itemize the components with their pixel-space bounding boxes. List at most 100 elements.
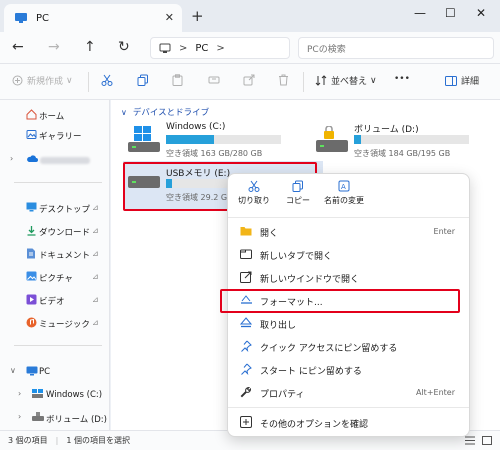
ellipsis-icon: ••• [394, 74, 410, 84]
rename-button[interactable]: A 名前の変更 [320, 180, 368, 206]
tab-close-icon[interactable]: ✕ [165, 11, 174, 24]
drive-c[interactable]: Windows (C:) 空き領域 163 GB/280 GB [123, 120, 303, 160]
drive-d[interactable]: ボリューム (D:) 空き領域 184 GB/195 GB [311, 120, 496, 160]
drive-usage-fill [354, 135, 361, 144]
tiles-view-icon[interactable] [482, 436, 492, 445]
sidebar-item-gallery[interactable]: ギャラリー [0, 125, 110, 145]
sidebar-item-label: ダウンロード [39, 228, 91, 238]
copy-label: コピー [286, 196, 310, 205]
tab-title: PC [36, 12, 50, 24]
video-icon [26, 294, 37, 305]
copy-button[interactable]: コピー [282, 180, 314, 206]
copy-icon [292, 180, 303, 192]
menu-item-open-new-window[interactable]: 新しいウインドウで開く [228, 267, 469, 289]
menu-divider [228, 217, 469, 218]
drive-icon [32, 412, 44, 421]
paste-button[interactable] [172, 74, 187, 86]
sidebar-item-documents[interactable]: ドキュメント ⊿ [0, 244, 110, 264]
open-new-window-icon [240, 271, 252, 283]
sort-icon [315, 75, 327, 86]
context-menu-quick-actions: 切り取り コピー A 名前の変更 [228, 174, 469, 216]
rename-label: 名前の変更 [324, 196, 364, 205]
selection-count: 1 個の項目を選択 [66, 436, 130, 445]
chevron-right-icon[interactable]: › [18, 412, 21, 421]
plus-circle-icon [12, 75, 23, 86]
details-label: 詳細 [461, 77, 480, 87]
drive-free-space: 空き領域 163 GB/280 GB [166, 149, 263, 158]
toolbar-divider [303, 72, 304, 92]
menu-divider [228, 407, 469, 408]
sort-button[interactable]: 並べ替え ∨ [315, 74, 377, 87]
address-bar[interactable]: > PC > [150, 37, 290, 59]
copy-icon [137, 74, 148, 86]
menu-item-eject[interactable]: 取り出し [228, 313, 469, 335]
sidebar-item-desktop[interactable]: デスクトップ ⊿ [0, 198, 110, 218]
chevron-right-icon[interactable]: › [10, 154, 13, 163]
eject-icon [240, 317, 252, 328]
maximize-button[interactable]: ☐ [445, 6, 456, 20]
sidebar-item-home[interactable]: ホーム [0, 105, 110, 125]
menu-item-properties[interactable]: プロパティ Alt+Enter [228, 382, 469, 404]
new-label: 新規作成 [27, 77, 64, 87]
menu-item-open-new-tab[interactable]: 新しいタブで開く [228, 244, 469, 266]
pin-icon [241, 340, 252, 352]
menu-item-open[interactable]: 開く Enter [228, 221, 469, 243]
search-input[interactable]: PCの検索 [298, 37, 494, 59]
delete-button[interactable] [278, 74, 293, 86]
section-header-devices[interactable]: ∨ デバイスとドライブ [121, 106, 209, 119]
menu-item-shortcut: Alt+Enter [415, 388, 455, 397]
more-options-button[interactable]: ••• [394, 74, 410, 84]
cloud-icon [27, 155, 38, 162]
cut-button[interactable] [101, 74, 117, 86]
back-button[interactable]: ← [12, 39, 24, 55]
close-window-button[interactable]: ✕ [476, 6, 486, 20]
scissors-icon [248, 180, 260, 192]
share-button[interactable] [243, 74, 259, 86]
sidebar-item-videos[interactable]: ビデオ ⊿ [0, 290, 110, 310]
details-pane-icon [445, 75, 457, 86]
new-button[interactable]: 新規作成 ∨ [12, 74, 73, 87]
minimize-button[interactable]: — [414, 6, 426, 20]
sidebar-item-label: ビデオ [39, 297, 65, 307]
sidebar-item-pc[interactable]: ∨ PC [0, 362, 110, 382]
new-tab-button[interactable]: + [191, 7, 204, 25]
navigation-pane: ホーム ギャラリー › デスクトップ ⊿ ダウンロード ⊿ ドキュメント ⊿ ピ… [0, 100, 110, 430]
sidebar-item-onedrive[interactable]: › [0, 150, 110, 170]
home-icon [26, 109, 37, 120]
menu-item-pin-quick-access[interactable]: クイック アクセスにピン留めする [228, 336, 469, 358]
details-button[interactable]: 詳細 [445, 74, 479, 87]
refresh-button[interactable]: ↻ [118, 39, 130, 55]
gallery-icon [26, 130, 37, 139]
sidebar-item-label: PC [39, 367, 51, 377]
chevron-down-icon[interactable]: ∨ [10, 366, 16, 375]
sidebar-item-label: ボリューム (D:) [46, 415, 107, 425]
sidebar-item-drive-c[interactable]: › Windows (C:) [0, 385, 110, 405]
sidebar-item-pictures[interactable]: ピクチャ ⊿ [0, 267, 110, 287]
pin-icon: ⊿ [92, 318, 99, 327]
svg-text:A: A [341, 183, 346, 191]
forward-button[interactable]: → [48, 39, 60, 55]
windows-drive-icon [32, 389, 43, 398]
copy-button[interactable] [137, 74, 153, 86]
up-button[interactable]: ↑ [84, 39, 96, 55]
details-view-icon[interactable] [465, 436, 475, 445]
rename-button[interactable] [208, 74, 224, 86]
sidebar-item-label: ギャラリー [39, 132, 82, 142]
cut-button[interactable]: 切り取り [238, 180, 270, 206]
rename-icon: A [338, 180, 350, 192]
chevron-down-icon: ∨ [121, 107, 127, 117]
sidebar-item-music[interactable]: ミュージック ⊿ [0, 313, 110, 333]
breadcrumb-separator[interactable]: > [216, 43, 224, 54]
drive-free-space: 空き領域 184 GB/195 GB [354, 149, 451, 158]
breadcrumb-pc[interactable]: PC [195, 43, 208, 54]
sidebar-item-downloads[interactable]: ダウンロード ⊿ [0, 221, 110, 241]
breadcrumb-separator: > [179, 42, 188, 54]
tab-pc[interactable]: PC ✕ [4, 4, 182, 32]
chevron-right-icon[interactable]: › [18, 389, 21, 398]
menu-item-pin-start[interactable]: スタート にピン留めする [228, 359, 469, 381]
menu-item-label: クイック アクセスにピン留めする [260, 344, 398, 354]
menu-item-label: 開く [260, 229, 279, 239]
menu-item-more-options[interactable]: その他のオプションを確認 [228, 412, 469, 434]
download-icon [27, 226, 36, 236]
sidebar-item-drive-d[interactable]: › ボリューム (D:) [0, 408, 110, 428]
